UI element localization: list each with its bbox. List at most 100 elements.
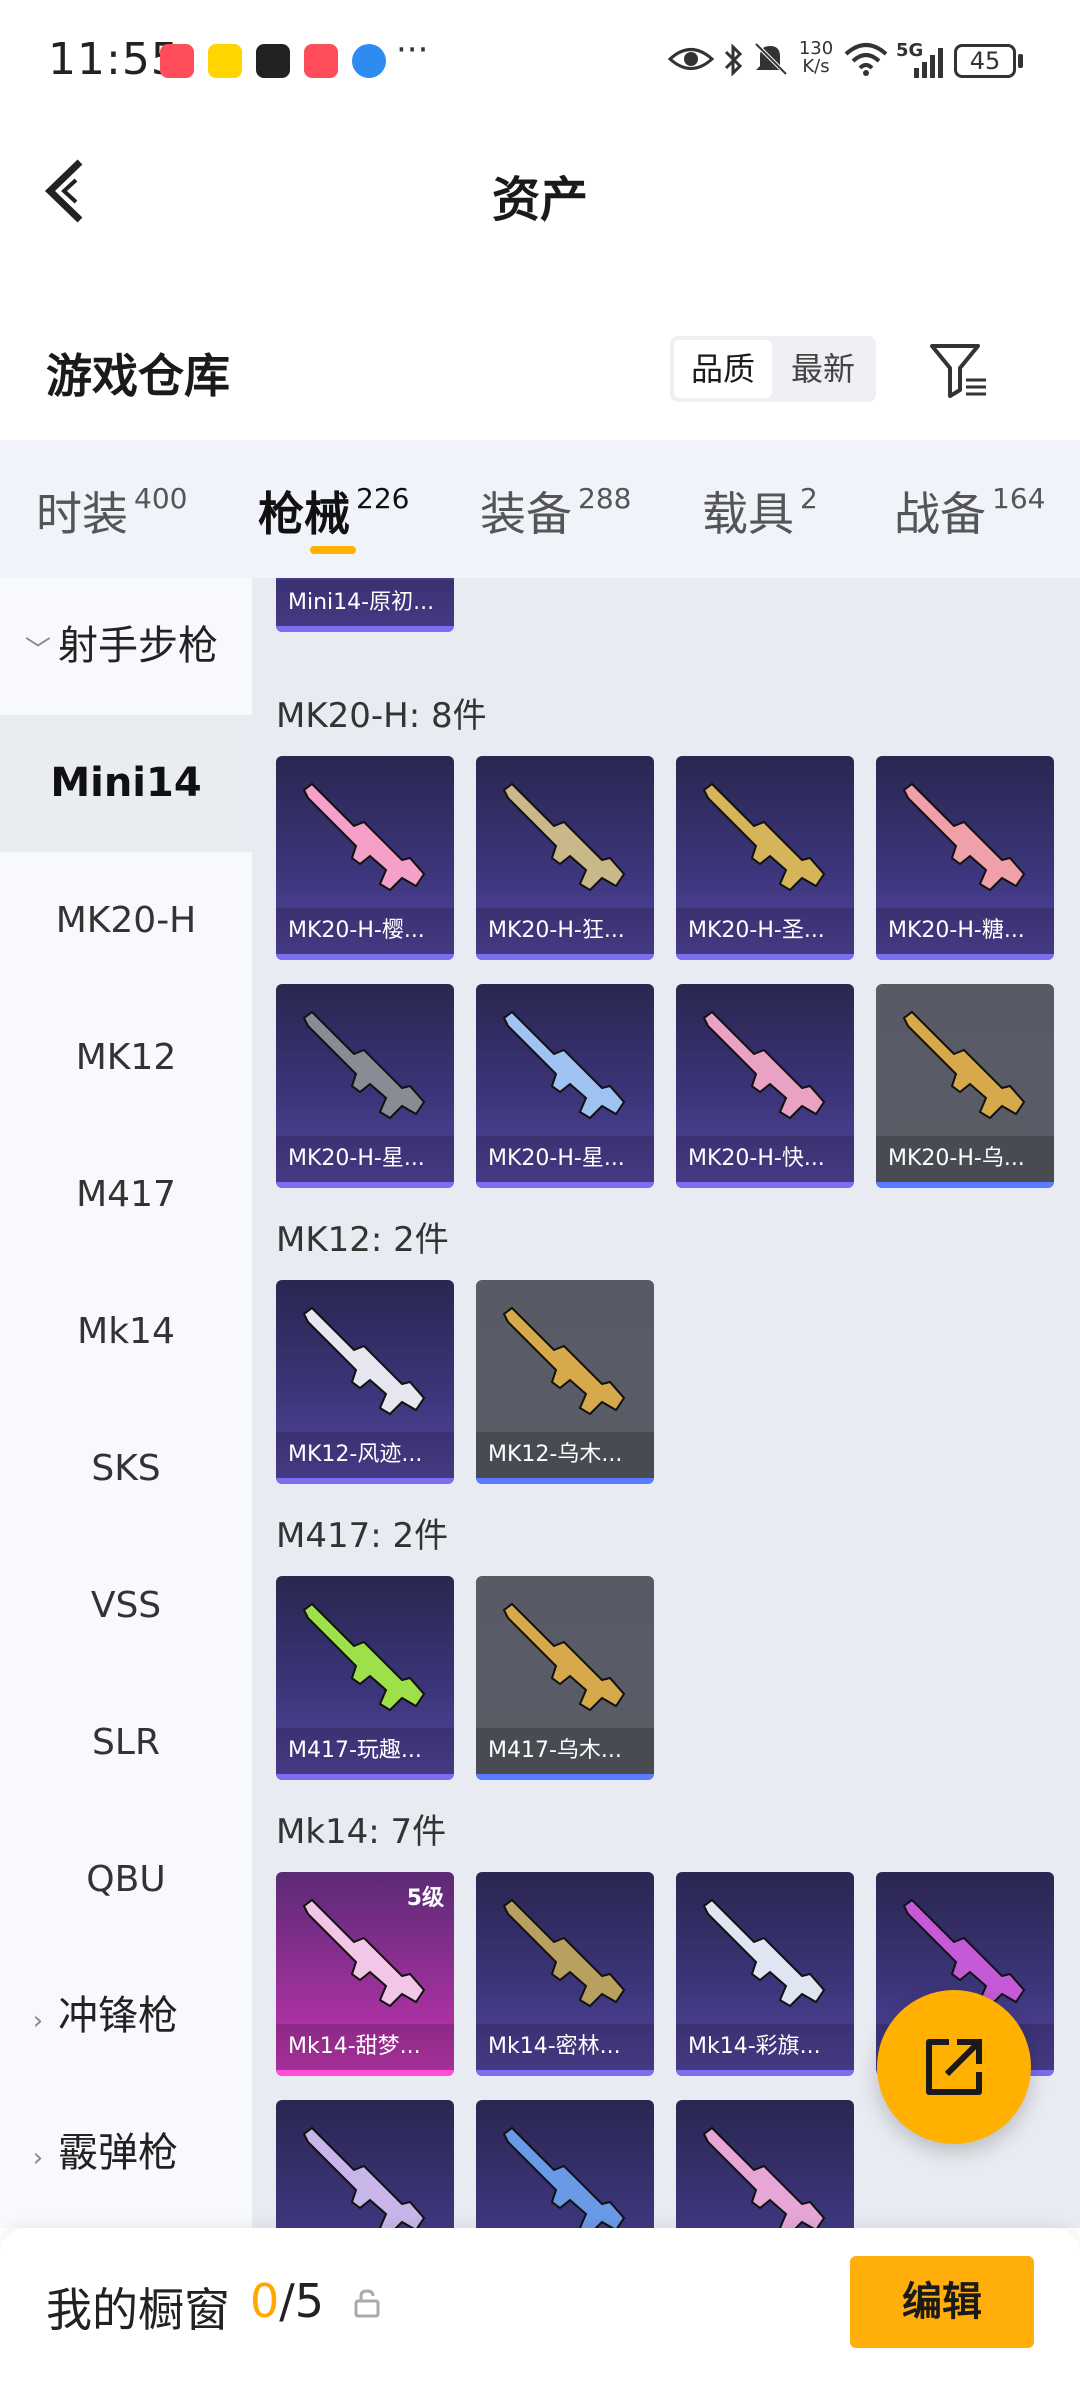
item-card[interactable]: MK20-H-圣... <box>676 756 854 960</box>
item-card-label: MK20-H-乌... <box>876 1136 1054 1182</box>
notification-app-icon <box>304 44 338 78</box>
active-tab-indicator <box>310 546 356 554</box>
edit-button[interactable]: 编辑 <box>850 2256 1034 2348</box>
item-card[interactable]: MK20-H-快... <box>676 984 854 1188</box>
item-card[interactable]: MK20-H-星... <box>476 984 654 1188</box>
notification-app-icon <box>208 44 242 78</box>
item-card[interactable]: MK20-H-樱... <box>276 756 454 960</box>
sidebar-category-marksman[interactable]: ﹀ 射手步枪 <box>0 578 252 715</box>
tab-label: 时装 <box>36 487 128 541</box>
tab-equipment[interactable]: 装备 288 <box>480 478 631 544</box>
item-card[interactable]: M417-乌木... <box>476 1576 654 1780</box>
showcase-current: 0 <box>250 2274 280 2328</box>
item-card[interactable] <box>676 2100 854 2228</box>
rifle-icon <box>502 782 626 892</box>
rifle-icon <box>302 2126 426 2228</box>
rifle-icon <box>502 1010 626 1120</box>
wifi-icon <box>844 43 888 76</box>
tab-label: 战备 <box>894 487 986 541</box>
tab-vehicles[interactable]: 载具 2 <box>702 478 818 544</box>
item-level-badge: 5级 <box>406 1886 444 1911</box>
tab-count: 226 <box>356 482 410 515</box>
item-card-label: MK20-H-樱... <box>276 908 454 954</box>
warehouse-title: 游戏仓库 <box>46 349 230 403</box>
sidebar-category-label: 射手步枪 <box>58 623 218 669</box>
rifle-icon <box>702 1898 826 2008</box>
notification-app-icon <box>160 44 194 78</box>
sort-option-quality[interactable]: 品质 <box>674 340 772 398</box>
item-card[interactable]: 5级 Mk14-甜梦... <box>276 1872 454 2076</box>
group-title-mk12: MK12: 2件 <box>276 1220 449 1260</box>
item-card[interactable]: Mk14-密林... <box>476 1872 654 2076</box>
rifle-icon <box>502 1306 626 1416</box>
tab-count: 400 <box>134 482 188 515</box>
sidebar-item-qbu[interactable]: QBU <box>0 1811 252 1948</box>
tab-label: 装备 <box>480 487 572 541</box>
page-title: 资产 <box>491 172 588 228</box>
rifle-icon <box>502 2126 626 2228</box>
item-card[interactable]: Mini14-原初... <box>276 578 454 632</box>
group-title-mk20h: MK20-H: 8件 <box>276 696 487 736</box>
rifle-icon <box>702 782 826 892</box>
eye-icon <box>668 48 714 70</box>
item-card-label: Mk14-彩旗... <box>676 2024 854 2070</box>
rifle-icon <box>302 782 426 892</box>
item-card-label: Mini14-原初... <box>276 580 454 626</box>
sidebar-item-sks[interactable]: SKS <box>0 1400 252 1537</box>
battery-tip <box>1018 54 1023 68</box>
rifle-icon <box>702 1010 826 1120</box>
share-button[interactable] <box>877 1990 1031 2144</box>
item-card-label: M417-玩趣... <box>276 1728 454 1774</box>
rifle-icon <box>502 1898 626 2008</box>
item-card[interactable]: MK20-H-星... <box>276 984 454 1188</box>
sort-toggle: 品质 最新 <box>670 336 876 402</box>
notification-app-icon <box>256 44 290 78</box>
sidebar-item-mk20h[interactable]: MK20-H <box>0 852 252 989</box>
sidebar-category-label: 冲锋枪 <box>58 1993 178 2039</box>
sidebar-item-mk12[interactable]: MK12 <box>0 989 252 1126</box>
network-speed-unit: K/s <box>802 56 830 77</box>
item-card[interactable]: MK20-H-糖... <box>876 756 1054 960</box>
item-card[interactable]: MK12-风迹... <box>276 1280 454 1484</box>
rifle-icon <box>302 1306 426 1416</box>
item-card-label: MK20-H-快... <box>676 1136 854 1182</box>
rifle-icon <box>702 2126 826 2228</box>
item-card-label: M417-乌木... <box>476 1728 654 1774</box>
tab-combat-gear[interactable]: 战备 164 <box>894 478 1045 544</box>
sidebar-item-mk14[interactable]: Mk14 <box>0 1263 252 1400</box>
sort-option-latest[interactable]: 最新 <box>774 336 872 402</box>
tab-firearms[interactable]: 枪械 226 <box>258 478 409 544</box>
rifle-icon <box>302 1010 426 1120</box>
item-card-label: Mk14-密林... <box>476 2024 654 2070</box>
sidebar-category-shotgun[interactable]: › 霰弹枪 <box>0 2085 252 2222</box>
sidebar-category-label: 霰弹枪 <box>58 2130 178 2176</box>
item-card[interactable]: Mk14-彩旗... <box>676 1872 854 2076</box>
item-card-label: MK20-H-圣... <box>676 908 854 954</box>
item-card[interactable]: MK12-乌木... <box>476 1280 654 1484</box>
weapon-type-sidebar: ﹀ 射手步枪 Mini14 MK20-H MK12 M417 Mk14 SKS V… <box>0 578 252 2228</box>
tab-fashion[interactable]: 时装 400 <box>36 478 187 544</box>
chevron-right-icon: › <box>32 2006 44 2036</box>
item-card[interactable]: M417-玩趣... <box>276 1576 454 1780</box>
tab-label: 枪械 <box>258 487 350 541</box>
category-tabs: 时装 400 枪械 226 装备 288 载具 2 战备 164 <box>0 440 1080 578</box>
battery-level: 45 <box>969 47 1001 75</box>
item-card[interactable] <box>476 2100 654 2228</box>
rifle-icon <box>302 1602 426 1712</box>
item-card-label: MK12-风迹... <box>276 1432 454 1478</box>
sidebar-category-smg[interactable]: › 冲锋枪 <box>0 1948 252 2085</box>
item-card[interactable]: MK20-H-乌... <box>876 984 1054 1188</box>
sidebar-item-mini14[interactable]: Mini14 <box>0 715 252 852</box>
filter-icon[interactable] <box>928 340 988 400</box>
rifle-icon <box>902 1010 1026 1120</box>
showcase-bar: 我的橱窗 0/5 编辑 <box>0 2228 1080 2382</box>
network-speed: 130 K/s <box>796 40 836 76</box>
tab-label: 载具 <box>702 487 794 541</box>
showcase-label: 我的橱窗 <box>46 2283 230 2337</box>
sidebar-item-m417[interactable]: M417 <box>0 1126 252 1263</box>
sidebar-item-vss[interactable]: VSS <box>0 1537 252 1674</box>
item-card[interactable]: MK20-H-狂... <box>476 756 654 960</box>
items-grid: Mini14-原初... MK20-H: 8件 MK12: 2件 M417: 2… <box>252 578 1080 2228</box>
sidebar-item-slr[interactable]: SLR <box>0 1674 252 1811</box>
item-card[interactable] <box>276 2100 454 2228</box>
